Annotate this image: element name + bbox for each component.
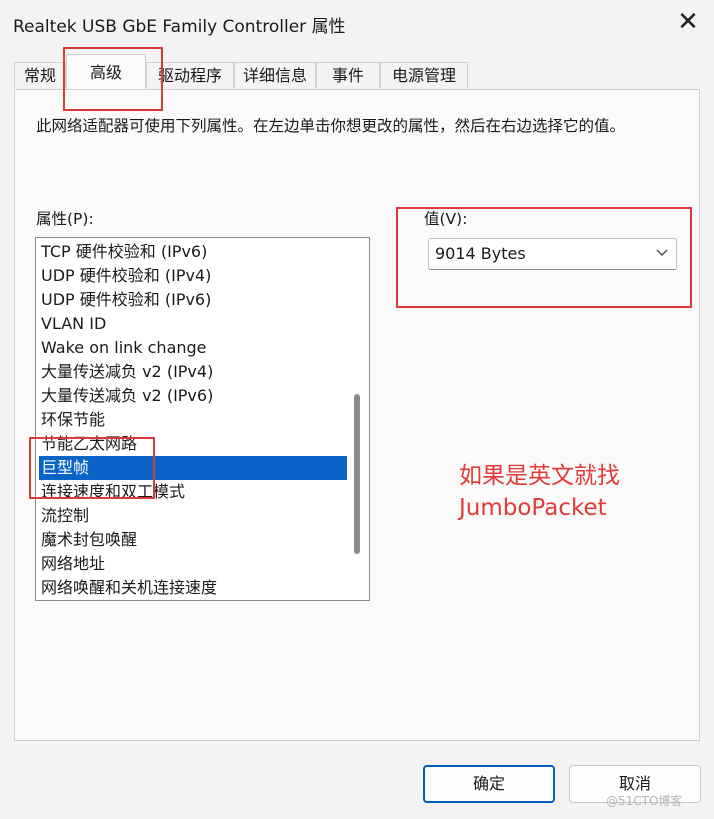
tab-strip: 常规 高级 驱动程序 详细信息 事件 电源管理: [14, 54, 714, 90]
property-item-jumbo-frame[interactable]: 巨型帧: [39, 456, 347, 480]
tab-advanced[interactable]: 高级: [66, 54, 146, 89]
property-item-tcp-checksum-ipv6[interactable]: TCP 硬件校验和 (IPv6): [39, 240, 347, 264]
property-item-magic-packet-wake[interactable]: 魔术封包唤醒: [39, 528, 347, 552]
ok-button[interactable]: 确定: [423, 765, 555, 803]
watermark: @51CTO博客: [606, 794, 683, 808]
annotation-line-1: 如果是英文就找: [459, 463, 620, 489]
property-label: 属性(P):: [36, 210, 94, 228]
tab-general[interactable]: 常规: [14, 62, 66, 88]
property-item-wake-on-link-change[interactable]: Wake on link change: [39, 336, 347, 360]
property-item-vlan-id[interactable]: VLAN ID: [39, 312, 347, 336]
annotation-line-2: JumboPacket: [459, 495, 607, 521]
property-item-wol-shutdown-link-speed[interactable]: 网络唤醒和关机连接速度: [39, 576, 347, 600]
property-item-udp-checksum-ipv6[interactable]: UDP 硬件校验和 (IPv6): [39, 288, 347, 312]
property-item-lso-v2-ipv4[interactable]: 大量传送减负 v2 (IPv4): [39, 360, 347, 384]
property-item-speed-duplex[interactable]: 连接速度和双工模式: [39, 480, 347, 504]
chevron-down-icon: [656, 246, 668, 261]
property-item-network-address[interactable]: 网络地址: [39, 552, 347, 576]
tab-events[interactable]: 事件: [316, 62, 380, 88]
property-listbox[interactable]: TCP 硬件校验和 (IPv6) UDP 硬件校验和 (IPv4) UDP 硬件…: [35, 237, 370, 601]
close-icon[interactable]: ✕: [672, 6, 704, 38]
tab-power-management[interactable]: 电源管理: [380, 62, 468, 88]
property-item-udp-checksum-ipv4[interactable]: UDP 硬件校验和 (IPv4): [39, 264, 347, 288]
property-item-flow-control[interactable]: 流控制: [39, 504, 347, 528]
property-item-green-ethernet[interactable]: 环保节能: [39, 408, 347, 432]
property-item-lso-v2-ipv6[interactable]: 大量传送减负 v2 (IPv6): [39, 384, 347, 408]
annotation-note: 如果是英文就找 JumboPacket: [459, 460, 699, 524]
value-dropdown[interactable]: 9014 Bytes: [428, 238, 677, 270]
description-text: 此网络适配器可使用下列属性。在左边单击你想更改的属性，然后在右边选择它的值。: [36, 117, 626, 135]
property-item-energy-efficient-ethernet[interactable]: 节能乙太网路: [39, 432, 347, 456]
title-bar: Realtek USB GbE Family Controller 属性 ✕: [0, 0, 714, 46]
scrollbar-thumb[interactable]: [354, 394, 360, 554]
tab-details[interactable]: 详细信息: [234, 62, 316, 88]
value-selected: 9014 Bytes: [435, 244, 526, 263]
value-label: 值(V):: [424, 210, 468, 228]
tab-driver[interactable]: 驱动程序: [146, 62, 234, 88]
window-title: Realtek USB GbE Family Controller 属性: [13, 17, 346, 37]
listbox-scrollbar[interactable]: [350, 240, 368, 598]
